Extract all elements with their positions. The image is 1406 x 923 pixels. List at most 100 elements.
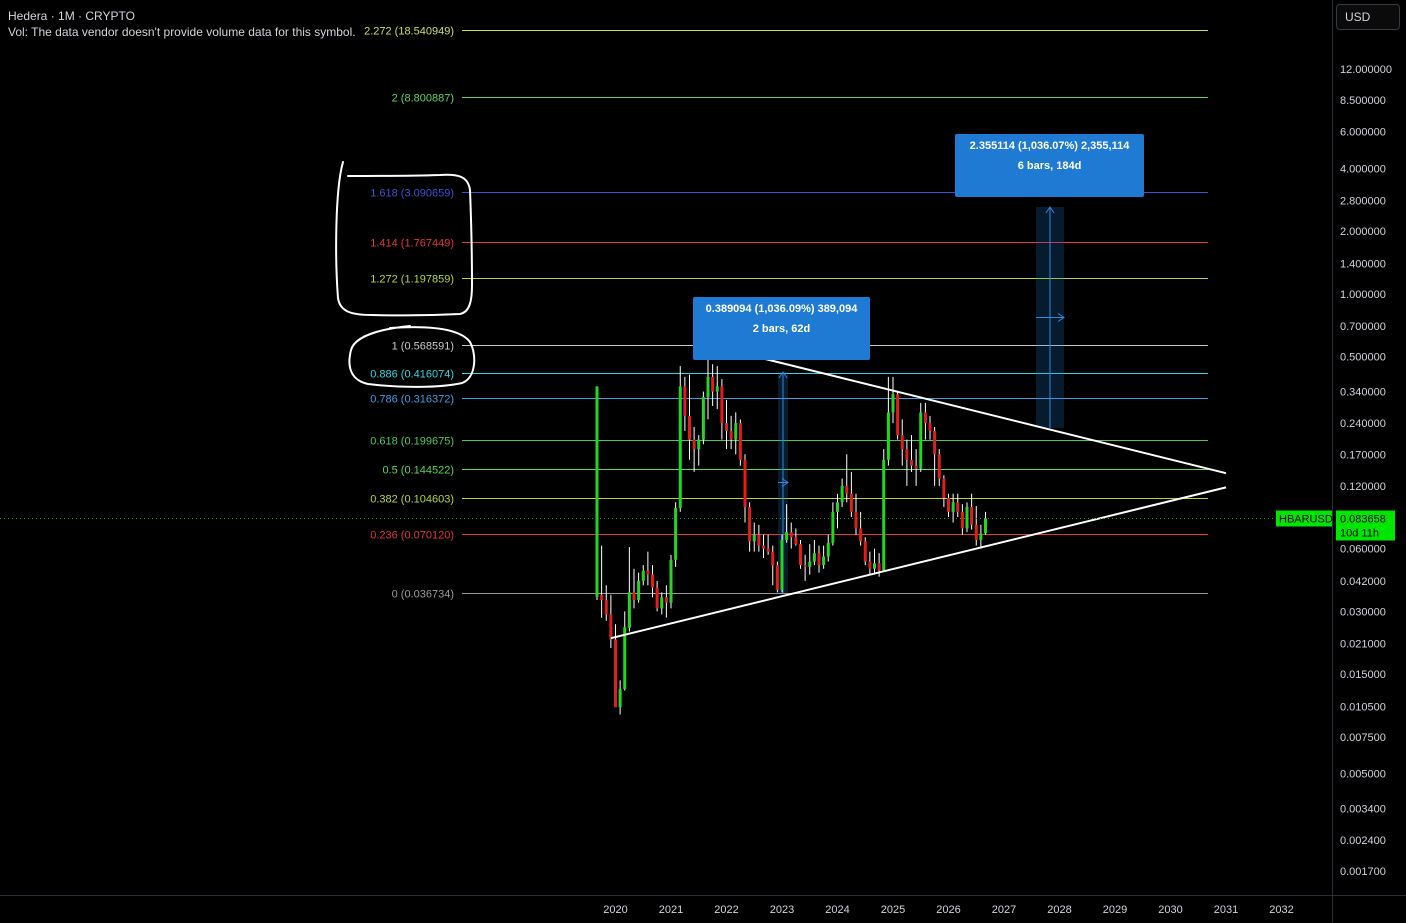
fib-level-label: 0.886 (0.416074) (370, 369, 454, 381)
symbol-title: Hedera · 1M · CRYPTO (8, 9, 135, 23)
candle-body (711, 376, 715, 392)
price-axis[interactable]: 12.000000 8.500000 6.000000 4.000000 2.80000… (1340, 64, 1392, 878)
candle-body (752, 534, 756, 542)
candle-body (706, 376, 710, 398)
price-axis-tick: 6.000000 (1340, 127, 1386, 139)
candle-body (919, 412, 923, 469)
time-axis-tick: 2032 (1269, 904, 1293, 916)
candle-body (632, 592, 636, 601)
fib-level-label: 1.272 (1.197859) (370, 274, 454, 286)
candle-body (886, 412, 890, 460)
candle-body (799, 544, 802, 566)
price-axis-tick: 0.500000 (1340, 352, 1386, 364)
price-axis-tick: 0.005000 (1340, 769, 1386, 781)
fib-level-label: 0 (0.036734) (392, 589, 454, 601)
candle-body (692, 439, 696, 450)
candle-body (697, 439, 701, 450)
candle-body (748, 506, 752, 542)
candle-body (808, 561, 812, 567)
candle-body (715, 386, 719, 392)
candle-body (637, 580, 641, 601)
candle-body (785, 532, 789, 540)
candle-body (678, 386, 682, 508)
candle-body (845, 485, 849, 494)
candle-body (725, 423, 728, 431)
candle-body (664, 597, 668, 603)
price-tag-value: 0.083658 (1340, 514, 1386, 526)
candle-body (683, 386, 687, 416)
price-axis-tick: 0.007500 (1340, 732, 1386, 744)
candle-body (641, 570, 645, 581)
candle-body (836, 502, 839, 512)
candle-body (877, 563, 881, 571)
time-axis-tick: 2027 (992, 904, 1016, 916)
candle-body (775, 565, 779, 590)
price-chart[interactable]: 2.272 (18.540949) 2 (8.800887) 1.618 (3.09… (0, 0, 1406, 923)
candle-body (984, 518, 987, 534)
candle-body (720, 386, 724, 424)
fib-level-label: 1 (0.568591) (392, 341, 454, 353)
candle-body (762, 545, 765, 549)
candle-body (627, 592, 631, 628)
price-axis-tick: 1.000000 (1340, 289, 1386, 301)
triangle-trendlines[interactable] (610, 343, 1227, 640)
time-axis-tick: 2028 (1047, 904, 1071, 916)
fib-level-label: 2.272 (18.540949) (364, 26, 454, 38)
price-axis-tick: 0.002400 (1340, 835, 1386, 847)
candle-body (655, 587, 659, 609)
candle-body (734, 423, 738, 440)
measure-label-line2: 2 bars, 62d (753, 323, 810, 335)
price-axis-tick: 4.000000 (1340, 163, 1386, 175)
candle-body (970, 506, 974, 525)
candle-body (840, 485, 844, 503)
candle-body (812, 553, 816, 562)
candle-body (947, 497, 950, 512)
time-axis[interactable]: 2020 2021 2022 2023 2024 2025 2026 2027 2028 2029… (603, 904, 1293, 916)
time-axis-tick: 2026 (936, 904, 960, 916)
candle-body (868, 561, 872, 569)
currency-selector-button[interactable]: USD (1336, 4, 1400, 30)
candle-body (600, 594, 604, 601)
candle-body (910, 459, 913, 466)
trendline[interactable] (610, 486, 1227, 640)
measure-label-line1: 2.355114 (1,036.07%) 2,355,114 (970, 140, 1131, 152)
measure-labels[interactable]: 0.389094 (1,036.09%) 389,094 2 bars, 62d 2… (693, 134, 1144, 360)
time-axis-tick: 2031 (1214, 904, 1238, 916)
price-axis-tick: 1.400000 (1340, 258, 1386, 270)
measure-arrows[interactable] (778, 206, 1065, 593)
volume-note: Vol: The data vendor doesn't provide vol… (8, 25, 356, 39)
price-axis-tick: 0.170000 (1340, 449, 1386, 461)
fib-level-label: 0.382 (0.104603) (370, 494, 454, 506)
candle-body (604, 600, 608, 615)
price-axis-tick: 0.240000 (1340, 418, 1386, 430)
candle-body (623, 627, 627, 690)
candle-body (942, 478, 946, 498)
time-axis-tick: 2021 (659, 904, 683, 916)
candle-body (743, 459, 747, 507)
candle-body (965, 506, 969, 529)
measure-label-line2: 6 bars, 184d (1018, 160, 1082, 172)
candle-body (595, 386, 599, 597)
candle-body (766, 548, 770, 552)
candle-body (900, 435, 904, 450)
price-tag-countdown: 10d 11h (1340, 528, 1379, 540)
time-axis-tick: 2022 (714, 904, 738, 916)
price-axis-tick: 0.700000 (1340, 321, 1386, 333)
price-axis-tick: 0.030000 (1340, 606, 1386, 618)
candle-body (822, 556, 826, 566)
candle-body (923, 412, 927, 424)
candle-body (854, 511, 858, 529)
candle-body (831, 511, 835, 543)
price-axis-tick: 0.001700 (1340, 866, 1386, 878)
candle-body (701, 397, 705, 440)
candle-body (618, 689, 622, 708)
candle-body (771, 551, 775, 566)
candle-body (956, 502, 960, 512)
fib-level-label: 0.236 (0.070120) (370, 530, 454, 542)
chart-legend: Hedera · 1M · CRYPTO Vol: The data vendo… (8, 8, 356, 40)
candle-body (688, 415, 691, 440)
candle-body (780, 539, 784, 590)
candle-body (803, 565, 807, 567)
candle-body (826, 542, 830, 557)
candle-body (674, 507, 678, 560)
